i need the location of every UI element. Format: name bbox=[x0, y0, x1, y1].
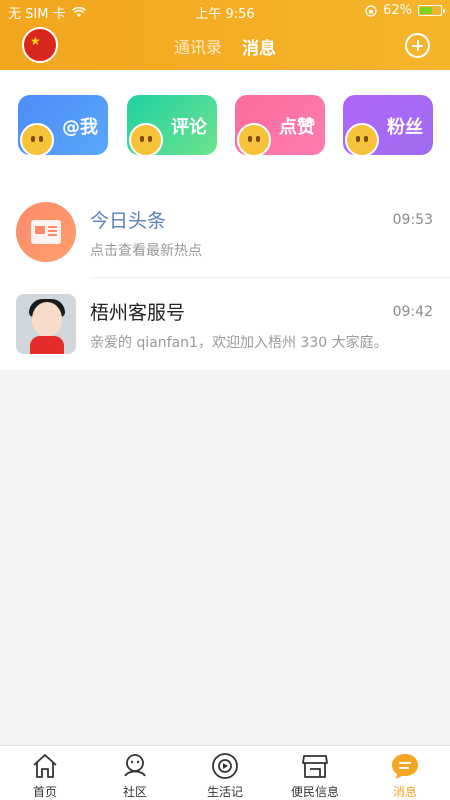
header-tabs: 通讯录 消息 bbox=[0, 34, 450, 59]
message-time: 09:42 bbox=[392, 304, 433, 320]
tab-life-journal-label: 生活记 bbox=[206, 785, 243, 799]
status-bar: 无 SIM 卡 上午 9:56 62% bbox=[0, 0, 450, 22]
newspaper-glyph bbox=[31, 220, 61, 244]
list-item[interactable]: 今日头条 09:53 点击查看最新热点 bbox=[0, 186, 450, 278]
store-icon bbox=[302, 755, 328, 778]
emoji-face-icon bbox=[129, 123, 163, 157]
battery-icon bbox=[418, 5, 445, 16]
list-item[interactable]: 梧州客服号 09:42 亲爱的 qianfan1，欢迎加入梧州 330 大家庭。 bbox=[0, 278, 450, 370]
tab-life-journal[interactable]: 生活记 bbox=[180, 746, 270, 800]
home-icon bbox=[33, 754, 57, 778]
fans-button[interactable]: 粉丝 bbox=[343, 95, 433, 157]
tab-community[interactable]: 社区 bbox=[90, 746, 180, 800]
comments-button[interactable]: 评论 bbox=[127, 95, 217, 157]
tab-contacts[interactable]: 通讯录 bbox=[174, 34, 222, 59]
message-preview: 点击查看最新热点 bbox=[90, 243, 202, 259]
message-title: 今日头条 bbox=[90, 210, 167, 232]
top-header: 无 SIM 卡 上午 9:56 62% ★ 通讯录 消息 bbox=[0, 0, 450, 70]
status-right: 62% bbox=[365, 3, 445, 18]
tab-messages[interactable]: 消息 bbox=[242, 34, 276, 59]
comments-label: 评论 bbox=[171, 117, 207, 138]
customer-service-avatar bbox=[16, 294, 76, 354]
message-preview: 亲爱的 qianfan1，欢迎加入梧州 330 大家庭。 bbox=[90, 335, 388, 351]
tab-home-label: 首页 bbox=[32, 785, 57, 799]
emoji-face-icon bbox=[237, 123, 271, 157]
battery-level-fill bbox=[420, 7, 432, 14]
tab-convenience-info-label: 便民信息 bbox=[290, 785, 339, 799]
message-list: 今日头条 09:53 点击查看最新热点 梧州客服号 09:42 亲爱的 qian… bbox=[0, 186, 450, 370]
orientation-lock-icon bbox=[365, 4, 377, 17]
life-journal-icon bbox=[212, 753, 238, 779]
tab-home[interactable]: 首页 bbox=[0, 746, 90, 800]
message-icon bbox=[392, 754, 418, 779]
newspaper-icon bbox=[16, 202, 76, 262]
plus-circle-icon[interactable] bbox=[405, 33, 430, 58]
mentions-button[interactable]: @我 bbox=[18, 95, 108, 157]
fans-label: 粉丝 bbox=[387, 117, 423, 138]
battery-percent: 62% bbox=[383, 3, 412, 18]
bottom-tabbar: 首页 社区 生活记 便民信息 消息 bbox=[0, 745, 450, 800]
avatar-body bbox=[30, 336, 64, 354]
emoji-face-icon bbox=[20, 123, 54, 157]
message-time: 09:53 bbox=[392, 212, 433, 228]
tab-messages-bottom-label: 消息 bbox=[392, 785, 417, 799]
likes-button[interactable]: 点赞 bbox=[235, 95, 325, 157]
mentions-label: @我 bbox=[62, 117, 98, 138]
likes-label: 点赞 bbox=[279, 117, 315, 138]
community-icon bbox=[124, 754, 146, 777]
tab-convenience-info[interactable]: 便民信息 bbox=[270, 746, 360, 800]
quick-actions: @我 评论 点赞 粉丝 bbox=[0, 70, 450, 186]
avatar-face bbox=[32, 302, 62, 336]
emoji-face-icon bbox=[345, 123, 379, 157]
tab-messages-bottom[interactable]: 消息 bbox=[360, 746, 450, 800]
tab-community-label: 社区 bbox=[122, 785, 147, 799]
message-title: 梧州客服号 bbox=[90, 302, 186, 324]
